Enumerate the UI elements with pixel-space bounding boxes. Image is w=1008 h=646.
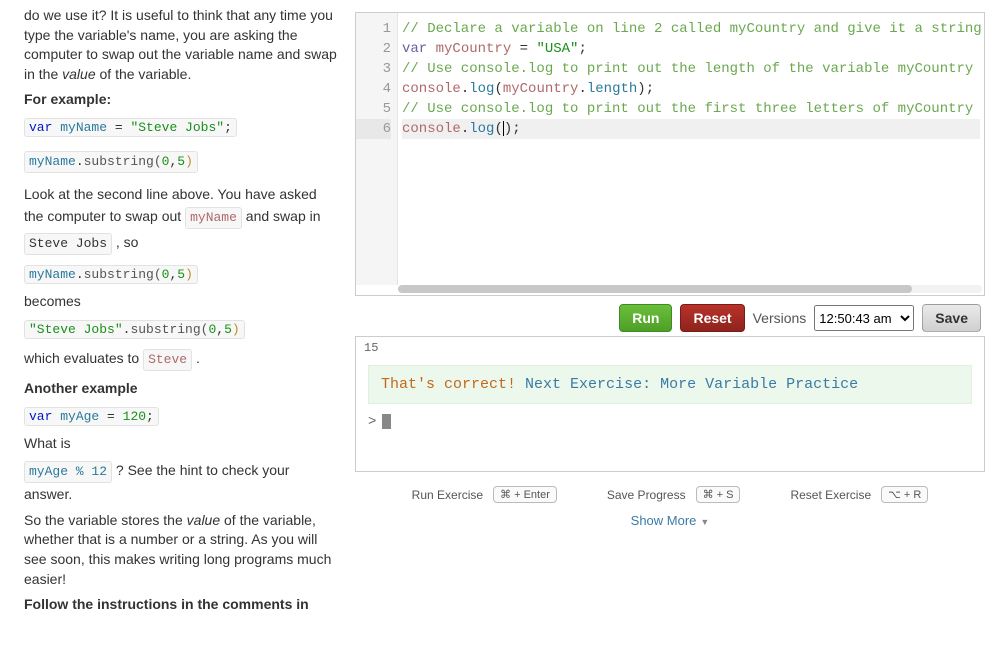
console-prompt[interactable]: > bbox=[368, 414, 972, 430]
editor-controls: Run Reset Versions 12:50:43 am Save bbox=[355, 304, 985, 332]
instruction-para2: Look at the second line above. You have … bbox=[24, 185, 337, 257]
key-run: ⌘ + Enter bbox=[493, 486, 557, 503]
chip-stevejobs: Steve Jobs bbox=[24, 233, 112, 255]
heading-for-example: For example: bbox=[24, 91, 111, 107]
success-text: That's correct! bbox=[381, 376, 516, 393]
key-reset: ⌥ + R bbox=[881, 486, 928, 503]
whatis: What is bbox=[24, 434, 337, 454]
hint-line: myAge % 12 ? See the hint to check your … bbox=[24, 459, 337, 505]
para3: So the variable stores the value of the … bbox=[24, 511, 337, 589]
code-editor[interactable]: 1 2 3 4 5 6 // Declare a variable on lin… bbox=[355, 12, 985, 296]
prompt-caret: > bbox=[368, 414, 376, 430]
save-button[interactable]: Save bbox=[922, 304, 981, 332]
console-panel[interactable]: 15 That's correct! Next Exercise: More V… bbox=[355, 336, 985, 472]
run-button[interactable]: Run bbox=[619, 304, 672, 332]
chip-mod: myAge % 12 bbox=[24, 461, 112, 483]
versions-select[interactable]: 12:50:43 am bbox=[814, 305, 914, 331]
key-save: ⌘ + S bbox=[696, 486, 741, 503]
code-line-3: "Steve Jobs".substring(0,5) bbox=[24, 320, 245, 339]
next-exercise-link[interactable]: Next Exercise: More Variable Practice bbox=[525, 376, 858, 393]
chip-steve: Steve bbox=[143, 349, 192, 371]
shortcut-run: Run Exercise⌘ + Enter bbox=[412, 486, 557, 503]
console-linecount: 15 bbox=[364, 341, 976, 355]
follow: Follow the instructions in the comments … bbox=[24, 596, 309, 612]
chip-myname: myName bbox=[185, 207, 242, 229]
shortcut-reset: Reset Exercise⌥ + R bbox=[790, 486, 928, 503]
code-line-1: var myName = "Steve Jobs"; bbox=[24, 118, 237, 137]
instruction-panel: do we use it? It is useful to think that… bbox=[0, 0, 355, 646]
show-more-link[interactable]: Show More▼ bbox=[355, 513, 985, 528]
success-banner: That's correct! Next Exercise: More Vari… bbox=[368, 365, 972, 404]
editor-gutter: 1 2 3 4 5 6 bbox=[356, 13, 398, 285]
scroll-thumb[interactable] bbox=[398, 285, 912, 293]
code-line-2: myName.substring(0,5) bbox=[24, 151, 198, 173]
reset-button[interactable]: Reset bbox=[680, 304, 744, 332]
chevron-down-icon: ▼ bbox=[700, 517, 709, 527]
console-cursor bbox=[382, 414, 391, 429]
eval: which evaluates to Steve . bbox=[24, 347, 337, 373]
instruction-intro: do we use it? It is useful to think that… bbox=[24, 6, 337, 84]
shortcuts-bar: Run Exercise⌘ + Enter Save Progress⌘ + S… bbox=[355, 486, 985, 503]
editor-code[interactable]: // Declare a variable on line 2 called m… bbox=[398, 13, 984, 285]
editor-hscroll[interactable] bbox=[398, 285, 982, 293]
heading-another: Another example bbox=[24, 380, 138, 396]
becomes: becomes bbox=[24, 292, 337, 312]
code-line-4: var myAge = 120; bbox=[24, 407, 159, 426]
shortcut-save: Save Progress⌘ + S bbox=[607, 486, 741, 503]
versions-label: Versions bbox=[753, 310, 807, 326]
code-line-2b: myName.substring(0,5) bbox=[24, 265, 198, 284]
